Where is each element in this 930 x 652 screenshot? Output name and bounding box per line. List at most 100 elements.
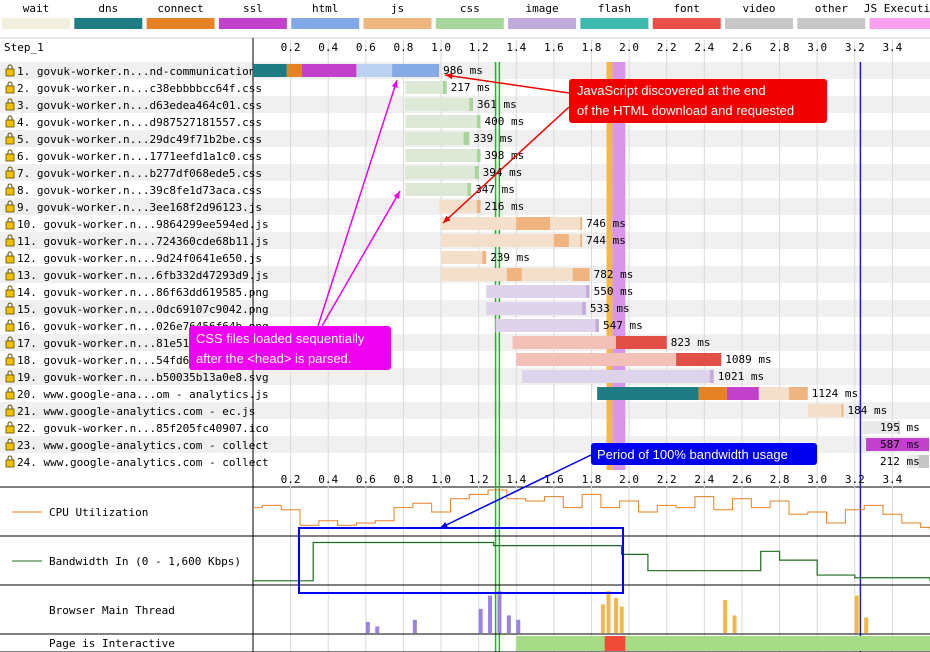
- request-segment: [441, 268, 507, 281]
- request-segment: [405, 183, 468, 196]
- row-label-group: 12. govuk-worker.n...9d24f0641e650.js: [5, 251, 262, 265]
- row-label: 4. govuk-worker.n...d987527181557.css: [17, 116, 262, 129]
- main-thread-burst: [488, 595, 493, 633]
- row-label-group: 2. govuk-worker.n...c38ebbbbcc64f.css: [5, 81, 262, 95]
- row-label-group: 13. govuk-worker.n...6fb332d47293d9.js: [5, 268, 269, 282]
- request-segment: [476, 200, 481, 213]
- request-segment: [482, 251, 487, 264]
- main-thread-burst: [854, 595, 859, 633]
- main-thread-burst: [619, 606, 624, 633]
- main-thread-burst: [478, 608, 483, 633]
- legend-label: font: [673, 2, 700, 15]
- request-segment: [405, 149, 477, 162]
- request-segment: [918, 455, 929, 468]
- css-annotation-text: CSS files loaded sequentially: [196, 331, 365, 346]
- legend-label: flash: [598, 2, 631, 15]
- row-label-group: 18. govuk-worker.n...54fd691: [5, 353, 202, 367]
- lock-icon: [5, 238, 15, 247]
- request-segment: [553, 234, 569, 247]
- legend-swatch: [580, 18, 649, 29]
- request-segment: [469, 98, 474, 111]
- request-segment: [392, 64, 440, 77]
- legend-label: wait: [23, 2, 50, 15]
- bandwidth-highlight-box: [298, 527, 624, 594]
- tick-label-bottom: 0.2: [281, 473, 301, 486]
- request-segment: [442, 81, 447, 94]
- request-duration-label: 550 ms: [594, 285, 634, 298]
- request-duration-label: 212 ms: [880, 455, 920, 468]
- row-label-group: 7. govuk-worker.n...b277df068ede5.css: [5, 166, 262, 180]
- legend-label: image: [526, 2, 559, 15]
- row-label: 14. govuk-worker.n...86f63dd619585.png: [17, 286, 269, 299]
- tick-label-top: 2.6: [732, 41, 752, 54]
- lock-shackle-icon: [7, 353, 13, 358]
- lock-shackle-icon: [7, 149, 13, 154]
- request-duration-label: 1124 ms: [812, 387, 858, 400]
- legend-label: connect: [157, 2, 203, 15]
- legend-swatch: [797, 18, 866, 29]
- tick-label-bottom: 0.8: [394, 473, 414, 486]
- main-thread-burst: [864, 617, 869, 633]
- request-segment: [467, 183, 472, 196]
- row-label-group: 14. govuk-worker.n...86f63dd619585.png: [5, 285, 269, 299]
- row-label-group: 15. govuk-worker.n...0dc69107c9042.png: [5, 302, 269, 316]
- tick-label-top: 2.2: [657, 41, 677, 54]
- request-segment: [441, 251, 483, 264]
- row-label-group: 17. govuk-worker.n...81e51183: [5, 336, 209, 350]
- request-duration-label: 746 ms: [586, 217, 626, 230]
- legend-swatch: [869, 18, 930, 29]
- orange-marker-band: [606, 62, 613, 470]
- main-thread-burst: [497, 591, 502, 633]
- x-ticks-top: 0.2 0.4 0.6 0.8 1.0 1.2 1.4 1.6 1.8 2.0 2.2 2.4 2.6 2…: [281, 41, 903, 54]
- row-label-group: 20. www.google-ana...om - analytics.js: [5, 387, 269, 401]
- row-label: 17. govuk-worker.n...81e51183: [17, 337, 209, 350]
- request-segment: [405, 166, 475, 179]
- request-duration-label: 195 ms: [880, 421, 920, 434]
- request-duration-label: 587 ms: [880, 438, 920, 451]
- lock-icon: [5, 85, 15, 94]
- tick-label-top: 1.6: [544, 41, 564, 54]
- request-segment: [676, 353, 722, 366]
- lock-shackle-icon: [7, 183, 13, 188]
- tick-label-bottom: 1.6: [544, 473, 564, 486]
- request-segment: [595, 319, 600, 332]
- tick-label-bottom: 0.6: [356, 473, 376, 486]
- lock-icon: [5, 374, 15, 383]
- request-duration-label: 823 ms: [671, 336, 711, 349]
- request-segment: [516, 217, 551, 230]
- tick-label-top: 1.0: [431, 41, 451, 54]
- tick-label-top: 2.4: [694, 41, 714, 54]
- row-label-group: 4. govuk-worker.n...d987527181557.css: [5, 115, 262, 129]
- lock-shackle-icon: [7, 81, 13, 86]
- legend-swatch: [291, 18, 360, 29]
- request-segment: [841, 404, 844, 417]
- row-label-group: 5. govuk-worker.n...29dc49f71b2be.css: [5, 132, 262, 146]
- lock-icon: [5, 119, 15, 128]
- request-segment: [506, 268, 522, 281]
- lock-shackle-icon: [7, 285, 13, 290]
- tick-label-top: 0.2: [281, 41, 301, 54]
- row-label: 5. govuk-worker.n...29dc49f71b2be.css: [17, 133, 262, 146]
- bandwidth-label: Bandwidth In (0 - 1,600 Kbps): [49, 555, 241, 568]
- row-label: 13. govuk-worker.n...6fb332d47293d9.js: [17, 269, 269, 282]
- request-segment: [441, 217, 517, 230]
- lock-shackle-icon: [7, 217, 13, 222]
- legend-swatch: [363, 18, 432, 29]
- request-segment: [585, 285, 590, 298]
- tick-label-bottom: 2.0: [619, 473, 639, 486]
- request-segment: [550, 217, 581, 230]
- tick-label-top: 1.8: [582, 41, 602, 54]
- lock-icon: [5, 187, 15, 196]
- js-annotation-text: JavaScript discovered at the end: [577, 83, 766, 98]
- request-segment: [758, 387, 789, 400]
- tick-label-bottom: 2.8: [770, 473, 790, 486]
- tick-label-bottom: 1.2: [469, 473, 489, 486]
- legend-label: js: [391, 2, 404, 15]
- row-label: 23. www.google-analytics.com - collect: [17, 439, 269, 452]
- lock-shackle-icon: [7, 115, 13, 120]
- lock-shackle-icon: [7, 421, 13, 426]
- request-segment: [726, 387, 759, 400]
- lock-shackle-icon: [7, 319, 13, 324]
- request-segment: [495, 319, 596, 332]
- request-segment: [405, 81, 443, 94]
